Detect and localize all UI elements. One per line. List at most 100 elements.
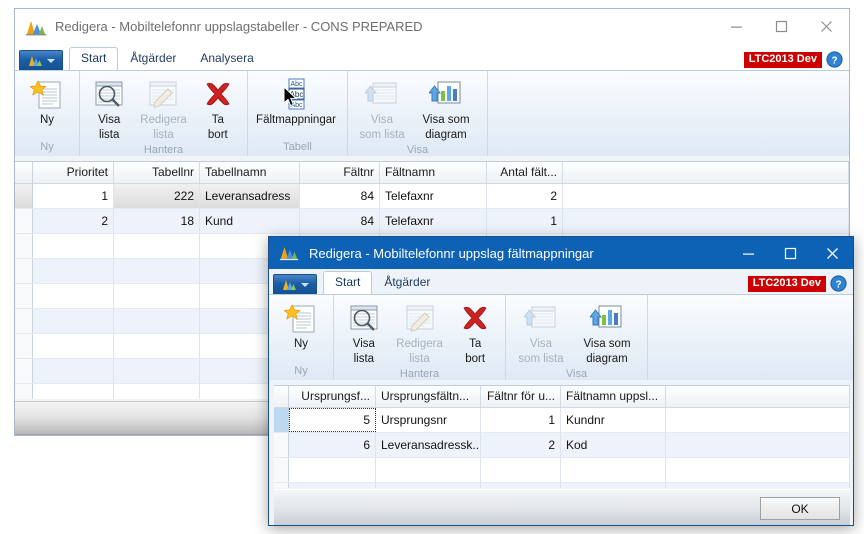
cell-tabellnamn[interactable]: Kund [200, 209, 300, 233]
cell-ursprungsfaltnamn[interactable]: Ursprungsnr [376, 408, 481, 432]
row-selector[interactable] [15, 359, 33, 383]
cell-prioritet[interactable]: 2 [33, 209, 114, 233]
cell-ursprungsfaltnr[interactable]: 5 [289, 408, 376, 432]
cell-faltnamn[interactable]: Telefaxnr [380, 209, 487, 233]
window1-ribbon[interactable]: Ny Ny Visa lista Redigera lista Ta bort … [15, 70, 849, 156]
close-button[interactable] [811, 237, 853, 269]
cell-empty[interactable] [33, 284, 114, 308]
tab-start[interactable]: Start [323, 271, 373, 294]
cell-prioritet[interactable]: 1 [33, 184, 114, 208]
cell-empty[interactable] [114, 259, 200, 283]
row-selector[interactable] [274, 483, 289, 488]
window2-ribbon[interactable]: Ny Ny Visa lista Redigera lista Ta bort … [269, 294, 853, 380]
cell-empty[interactable] [376, 483, 481, 488]
delete-button[interactable]: Ta bort [191, 75, 245, 144]
row-selector[interactable] [15, 384, 33, 399]
row-selector[interactable] [15, 334, 33, 358]
new-button[interactable]: Ny [271, 299, 331, 353]
tab-atgarder[interactable]: Åtgärder [372, 271, 442, 294]
show-as-list-button[interactable]: Visa som lista [350, 75, 414, 144]
row-selector[interactable] [15, 209, 33, 233]
cell-ursprungsfaltnr[interactable]: 6 [289, 433, 376, 457]
minimize-button[interactable] [727, 237, 769, 269]
view-list-button[interactable]: Visa lista [336, 299, 392, 368]
row-selector[interactable] [274, 458, 289, 482]
cell-empty[interactable] [33, 234, 114, 258]
column-header-faltnamn[interactable]: Fältnamn [380, 162, 487, 183]
cell-empty[interactable] [561, 483, 666, 488]
row-selector[interactable] [15, 309, 33, 333]
window2-ribbon-tabs[interactable]: Start Åtgärder LTC2013 Dev ? [269, 269, 853, 294]
cell-faltnamn-uppslag[interactable]: Kod [561, 433, 666, 457]
cell-tabellnr[interactable]: 222 [114, 184, 200, 208]
tab-start[interactable]: Start [69, 47, 119, 70]
cell-empty[interactable] [289, 483, 376, 488]
cell-faltnamn-uppslag[interactable]: Kundnr [561, 408, 666, 432]
cell-tabellnamn[interactable]: Leveransadress [200, 184, 300, 208]
cell-antal-falt[interactable]: 1 [487, 209, 563, 233]
cell-faltnr[interactable]: 84 [300, 184, 380, 208]
ok-button[interactable]: OK [760, 497, 840, 520]
table-row[interactable]: 2 18 Kund 84 Telefaxnr 1 [15, 209, 849, 234]
cell-tabellnr[interactable]: 18 [114, 209, 200, 233]
maximize-button[interactable] [769, 237, 811, 269]
cell-empty[interactable] [289, 458, 376, 482]
cell-faltnr-for-uppslag[interactable]: 2 [481, 433, 561, 457]
row-selector[interactable] [15, 284, 33, 308]
column-header-faltnr[interactable]: Fältnr [300, 162, 380, 183]
field-mapping-button[interactable]: Abc Abc Abc Fältmappningar [250, 75, 342, 129]
cell-empty[interactable] [481, 483, 561, 488]
app-menu-button[interactable] [19, 50, 63, 70]
window2-controls[interactable] [727, 237, 853, 269]
cell-faltnr[interactable]: 84 [300, 209, 380, 233]
maximize-button[interactable] [759, 9, 804, 44]
row-selector[interactable] [274, 408, 289, 432]
new-button[interactable]: Ny [17, 75, 77, 129]
table-row-empty[interactable] [274, 458, 850, 483]
table-row[interactable]: 5 Ursprungsnr 1 Kundnr [274, 408, 850, 433]
column-header-ursprungsfaltnamn[interactable]: Ursprungsfältn... [376, 386, 481, 407]
window-faltmappningar[interactable]: Redigera - Mobiltelefonnr uppslag fältma… [268, 236, 854, 526]
cell-empty[interactable] [114, 309, 200, 333]
row-selector[interactable] [15, 259, 33, 283]
cell-empty[interactable] [481, 458, 561, 482]
tab-analysera[interactable]: Analysera [188, 47, 265, 70]
table-row-empty[interactable] [274, 483, 850, 488]
cell-empty[interactable] [33, 309, 114, 333]
row-selector[interactable] [15, 234, 33, 258]
app-menu-button[interactable] [273, 274, 317, 294]
cell-empty[interactable] [114, 359, 200, 383]
row-selector[interactable] [274, 433, 289, 457]
cell-antal-falt[interactable]: 2 [487, 184, 563, 208]
cell-ursprungsfaltnamn[interactable]: Leveransadressk... [376, 433, 481, 457]
column-header-faltnr-for-uppslag[interactable]: Fältnr för u... [481, 386, 561, 407]
row-selector[interactable] [15, 184, 33, 208]
cell-empty[interactable] [376, 458, 481, 482]
faltmappningar-grid[interactable]: Ursprungsf... Ursprungsfältn... Fältnr f… [274, 385, 850, 488]
column-header-antal-falt[interactable]: Antal fält... [487, 162, 563, 183]
column-header-ursprungsfaltnr[interactable]: Ursprungsf... [289, 386, 376, 407]
window2-titlebar[interactable]: Redigera - Mobiltelefonnr uppslag fältma… [269, 237, 853, 269]
edit-list-button[interactable]: Redigera lista [136, 75, 190, 144]
delete-button[interactable]: Ta bort [447, 299, 503, 368]
view-list-button[interactable]: Visa lista [82, 75, 136, 144]
show-as-list-button[interactable]: Visa som lista [508, 299, 574, 368]
cell-empty[interactable] [114, 234, 200, 258]
help-icon[interactable]: ? [830, 275, 847, 292]
cell-empty[interactable] [114, 384, 200, 399]
column-header-tabellnamn[interactable]: Tabellnamn [200, 162, 300, 183]
cell-empty[interactable] [561, 458, 666, 482]
show-as-chart-button[interactable]: Visa som diagram [414, 75, 478, 144]
cell-empty[interactable] [114, 284, 200, 308]
window1-controls[interactable] [714, 9, 849, 44]
cell-faltnr-for-uppslag[interactable]: 1 [481, 408, 561, 432]
show-as-chart-button[interactable]: Visa som diagram [574, 299, 640, 368]
cell-faltnamn[interactable]: Telefaxnr [380, 184, 487, 208]
help-icon[interactable]: ? [826, 51, 843, 68]
column-header-tabellnr[interactable]: Tabellnr [114, 162, 200, 183]
table-row[interactable]: 1 222 Leveransadress 84 Telefaxnr 2 [15, 184, 849, 209]
cell-empty[interactable] [114, 334, 200, 358]
cell-empty[interactable] [33, 359, 114, 383]
cell-empty[interactable] [33, 259, 114, 283]
edit-list-button[interactable]: Redigera lista [392, 299, 448, 368]
